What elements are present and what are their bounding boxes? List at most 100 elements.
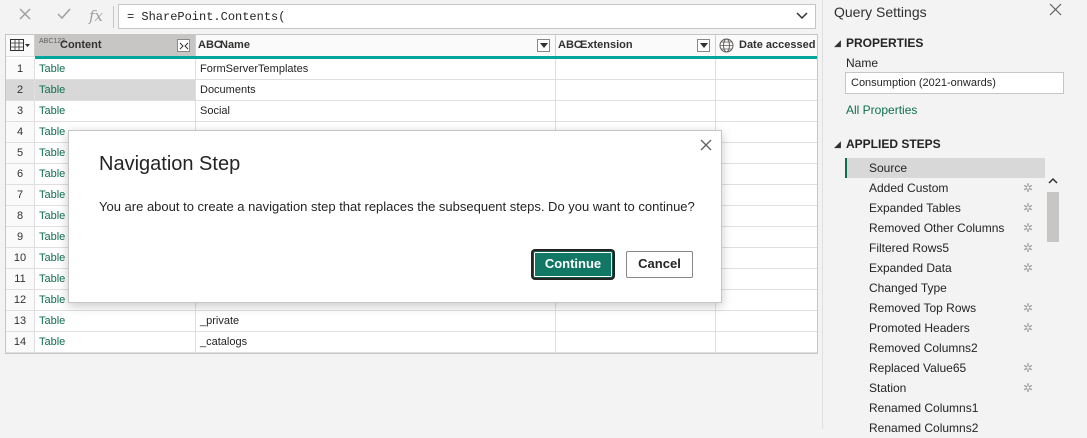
column-header-name[interactable]: ABC Name xyxy=(196,35,556,56)
applied-step[interactable]: Replaced Value65 ✲ xyxy=(845,358,1045,378)
table-row[interactable]: 2 Table Documents xyxy=(6,80,817,101)
chevron-down-icon[interactable] xyxy=(795,8,809,25)
cell-date-accessed[interactable] xyxy=(716,122,817,143)
table-row[interactable]: 1 Table FormServerTemplates xyxy=(6,59,817,80)
filter-dropdown-icon[interactable] xyxy=(697,39,710,52)
gear-icon[interactable]: ✲ xyxy=(1023,218,1033,238)
table-row[interactable]: 14 Table _catalogs xyxy=(6,332,817,353)
row-number[interactable]: 9 xyxy=(6,227,35,248)
cell-date-accessed[interactable] xyxy=(716,248,817,269)
applied-step[interactable]: Promoted Headers ✲ xyxy=(845,318,1045,338)
applied-step[interactable]: Added Custom ✲ xyxy=(845,178,1045,198)
applied-step[interactable]: Station ✲ xyxy=(845,378,1045,398)
applied-step[interactable]: Renamed Columns2 xyxy=(845,418,1045,438)
cell-date-accessed[interactable] xyxy=(716,269,817,290)
row-number[interactable]: 13 xyxy=(6,311,35,332)
applied-step[interactable]: Renamed Columns1 xyxy=(845,398,1045,418)
cell-content[interactable]: Table xyxy=(35,332,196,353)
applied-step[interactable]: Source xyxy=(845,158,1045,178)
cell-date-accessed[interactable] xyxy=(716,227,817,248)
all-properties-link[interactable]: All Properties xyxy=(846,103,917,117)
chevron-up-icon[interactable] xyxy=(1048,174,1058,188)
cell-extension[interactable] xyxy=(556,80,716,101)
gear-icon[interactable]: ✲ xyxy=(1023,178,1033,198)
gear-icon[interactable]: ✲ xyxy=(1023,298,1033,318)
continue-button[interactable]: Continue xyxy=(533,251,613,278)
cell-content[interactable]: Table xyxy=(35,80,196,101)
row-number[interactable]: 5 xyxy=(6,143,35,164)
gear-icon[interactable]: ✲ xyxy=(1023,358,1033,378)
cell-name[interactable]: FormServerTemplates xyxy=(196,59,556,80)
row-number[interactable]: 6 xyxy=(6,164,35,185)
cell-date-accessed[interactable] xyxy=(716,311,817,332)
cancel-icon[interactable] xyxy=(13,5,37,27)
cell-content[interactable]: Table xyxy=(35,311,196,332)
formula-input[interactable]: = SharePoint.Contents( xyxy=(118,4,816,29)
cell-name[interactable]: Documents xyxy=(196,80,556,101)
fx-icon[interactable]: fx xyxy=(84,5,108,27)
cell-date-accessed[interactable] xyxy=(716,290,817,311)
scrollbar-thumb[interactable] xyxy=(1047,192,1059,242)
gear-icon[interactable]: ✲ xyxy=(1023,238,1033,258)
expand-columns-icon[interactable] xyxy=(177,39,190,52)
cell-name[interactable]: _catalogs xyxy=(196,332,556,353)
cell-extension[interactable] xyxy=(556,332,716,353)
applied-step[interactable]: Changed Type xyxy=(845,278,1045,298)
applied-step-label: Added Custom xyxy=(869,181,949,195)
column-header-date-accessed[interactable]: Date accessed xyxy=(716,35,817,56)
cell-content[interactable]: Table xyxy=(35,59,196,80)
dialog-title: Navigation Step xyxy=(99,153,241,175)
cell-date-accessed[interactable] xyxy=(716,59,817,80)
collapse-triangle-icon[interactable]: ◢ xyxy=(834,139,841,150)
close-icon[interactable] xyxy=(699,138,713,152)
applied-step[interactable]: Removed Top Rows ✲ xyxy=(845,298,1045,318)
cell-date-accessed[interactable] xyxy=(716,80,817,101)
cell-date-accessed[interactable] xyxy=(716,143,817,164)
query-name-input[interactable]: Consumption (2021-onwards) xyxy=(845,72,1064,94)
cell-content[interactable]: Table xyxy=(35,101,196,122)
row-number[interactable]: 3 xyxy=(6,101,35,122)
row-number[interactable]: 7 xyxy=(6,185,35,206)
applied-step[interactable]: Removed Other Columns ✲ xyxy=(845,218,1045,238)
table-menu-icon[interactable] xyxy=(6,35,35,56)
row-number[interactable]: 10 xyxy=(6,248,35,269)
close-pane-icon[interactable] xyxy=(1049,3,1065,19)
cell-date-accessed[interactable] xyxy=(716,164,817,185)
cell-name[interactable]: _private xyxy=(196,311,556,332)
applied-step[interactable]: Expanded Data ✲ xyxy=(845,258,1045,278)
applied-step-label: Removed Columns2 xyxy=(869,341,978,355)
applied-step[interactable]: Removed Columns2 xyxy=(845,338,1045,358)
collapse-triangle-icon[interactable]: ◢ xyxy=(834,38,841,49)
applied-step[interactable]: Expanded Tables ✲ xyxy=(845,198,1045,218)
applied-step-label: Source xyxy=(869,161,908,175)
cell-extension[interactable] xyxy=(556,59,716,80)
filter-dropdown-icon[interactable] xyxy=(537,39,550,52)
column-header-content[interactable]: ABC123 Content xyxy=(35,35,196,56)
table-row[interactable]: 3 Table Social xyxy=(6,101,817,122)
row-number[interactable]: 11 xyxy=(6,269,35,290)
cell-extension[interactable] xyxy=(556,311,716,332)
cell-date-accessed[interactable] xyxy=(716,101,817,122)
cell-name[interactable]: Social xyxy=(196,101,556,122)
gear-icon[interactable]: ✲ xyxy=(1023,318,1033,338)
row-number[interactable]: 8 xyxy=(6,206,35,227)
gear-icon[interactable]: ✲ xyxy=(1023,198,1033,218)
table-row[interactable]: 13 Table _private xyxy=(6,311,817,332)
row-number[interactable]: 4 xyxy=(6,122,35,143)
cancel-button[interactable]: Cancel xyxy=(626,251,693,278)
check-icon[interactable] xyxy=(52,5,76,27)
formula-divider xyxy=(113,6,114,28)
cell-extension[interactable] xyxy=(556,101,716,122)
gear-icon[interactable]: ✲ xyxy=(1023,258,1033,278)
row-number[interactable]: 1 xyxy=(6,59,35,80)
steps-scrollbar[interactable] xyxy=(1045,170,1061,429)
row-number[interactable]: 2 xyxy=(6,80,35,101)
gear-icon[interactable]: ✲ xyxy=(1023,378,1033,398)
column-header-extension[interactable]: ABC Extension xyxy=(556,35,716,56)
cell-date-accessed[interactable] xyxy=(716,206,817,227)
cell-date-accessed[interactable] xyxy=(716,332,817,353)
row-number[interactable]: 14 xyxy=(6,332,35,353)
cell-date-accessed[interactable] xyxy=(716,185,817,206)
applied-step[interactable]: Filtered Rows5 ✲ xyxy=(845,238,1045,258)
row-number[interactable]: 12 xyxy=(6,290,35,311)
